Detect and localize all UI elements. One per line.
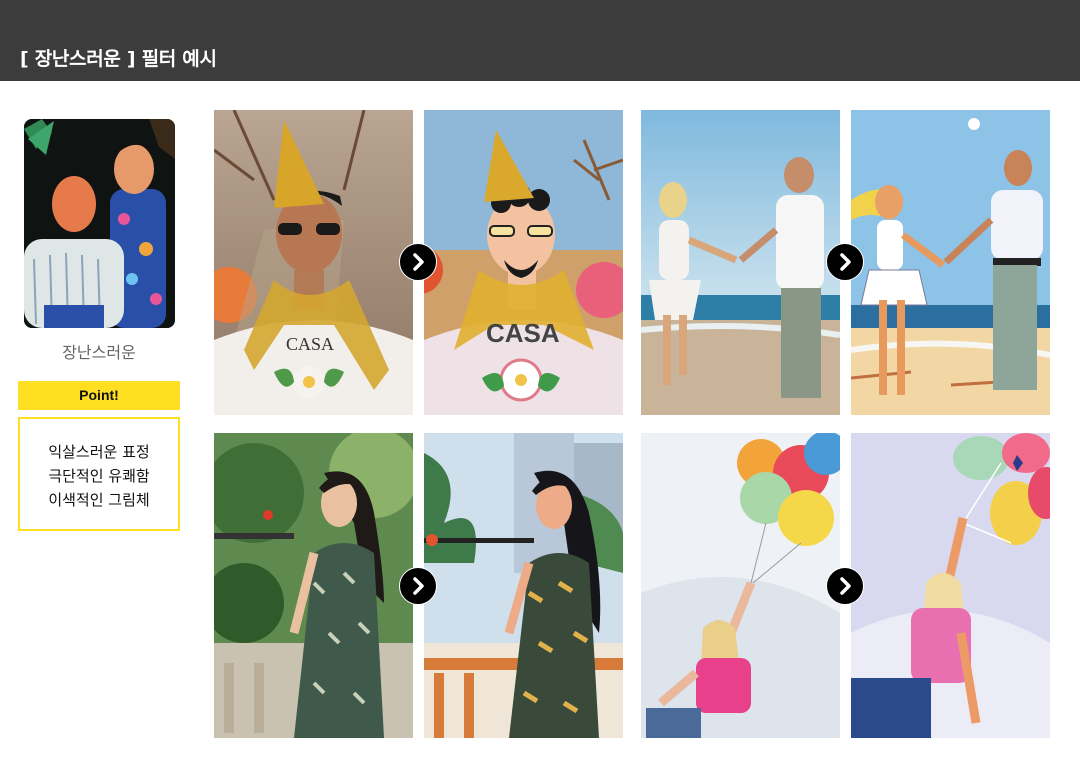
filter-name: 장난스러운 [62,343,136,362]
point-item: 극단적인 유쾌함 [48,467,150,485]
example-1-filtered-photo: CASA [424,110,623,415]
page-header: [ 장난스러운 ] 필터 예시 [0,0,1080,81]
shirt-text: CASA [286,334,334,354]
shirt-text: CASA [486,318,560,348]
example-1-original-photo: CASA [214,110,413,415]
example-2-filtered-photo [851,110,1050,415]
point-box: 익살스러운 표정 극단적인 유쾌함 이색적인 그림체 [18,417,180,531]
example-4-filtered-photo [851,433,1050,738]
chevron-right-icon [840,253,851,271]
example-3-original-photo [214,433,413,738]
next-arrow-button[interactable] [399,567,437,605]
next-arrow-button[interactable] [399,243,437,281]
chevron-right-icon [413,253,424,271]
point-badge: Point! [18,381,180,410]
filter-avatar [24,119,175,328]
next-arrow-button[interactable] [826,243,864,281]
example-3-filtered-photo [424,433,623,738]
page-title: [ 장난스러운 ] 필터 예시 [20,48,217,70]
chevron-right-icon [413,577,424,595]
next-arrow-button[interactable] [826,567,864,605]
chevron-right-icon [840,577,851,595]
example-2-original-photo [641,110,840,415]
point-item: 이색적인 그림체 [48,491,150,509]
example-4-original-photo [641,433,840,738]
point-item: 익살스러운 표정 [48,443,150,461]
